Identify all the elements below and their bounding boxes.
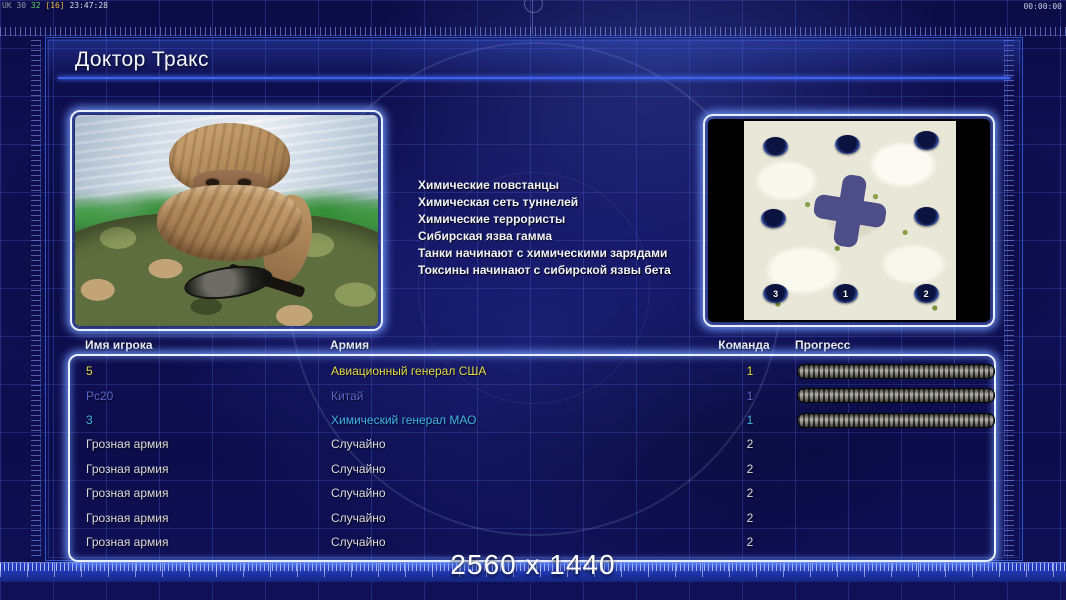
column-player-name: Имя игрока xyxy=(85,338,153,352)
headscarf-wrap xyxy=(157,185,302,261)
feature-item: Химическая сеть туннелей xyxy=(418,194,671,211)
player-army: Случайно xyxy=(331,486,386,500)
player-row: Грозная армия Случайно 2 xyxy=(72,432,992,456)
spawn-point-marker xyxy=(761,209,786,228)
player-row: Грозная армия Случайно 2 xyxy=(72,457,992,481)
players-table: 5 Авиационный генерал США 1 Pc20 Китай 1 3 Хими… xyxy=(68,354,996,562)
player-team: 1 xyxy=(710,364,790,378)
player-name: 5 xyxy=(86,364,93,378)
spawn-point-marker: 2 xyxy=(914,284,939,303)
spawn-point-marker xyxy=(914,207,939,226)
progress-fill xyxy=(798,414,994,427)
page-title: Доктор Тракс xyxy=(75,48,209,72)
spawn-point-marker: 1 xyxy=(833,284,858,303)
player-name: Грозная армия xyxy=(86,535,168,549)
feature-item: Химические повстанцы xyxy=(418,177,671,194)
column-army: Армия xyxy=(330,338,369,352)
player-army: Случайно xyxy=(331,511,386,525)
player-army: Китай xyxy=(331,389,363,403)
player-name: 3 xyxy=(86,413,93,427)
player-army: Случайно xyxy=(331,535,386,549)
player-name: Грозная армия xyxy=(86,462,168,476)
feature-item: Танки начинают с химическими зарядами xyxy=(418,245,671,262)
player-team: 2 xyxy=(710,511,790,525)
player-army: Химический генерал МАО xyxy=(331,413,476,427)
player-team: 1 xyxy=(710,413,790,427)
progress-bar xyxy=(797,413,995,428)
spawn-point-marker xyxy=(914,131,939,150)
player-name: Грозная армия xyxy=(86,437,168,451)
player-row: Pc20 Китай 1 xyxy=(72,383,992,407)
spawn-point-marker xyxy=(835,135,860,154)
progress-fill xyxy=(798,389,994,402)
feature-item: Химические террористы xyxy=(418,211,671,228)
faction-features-list: Химические повстанцыХимическая сеть тунн… xyxy=(418,177,671,279)
ruler-top xyxy=(0,27,1066,36)
map-letterbox: 3 1 2 xyxy=(708,119,990,322)
perf-segment: 32 xyxy=(31,1,45,10)
perf-overlay: UK 30 32 [16] 23:47:28 xyxy=(2,1,108,10)
title-divider xyxy=(58,77,1010,79)
map-preview: 3 1 2 xyxy=(703,114,995,327)
player-row: Грозная армия Случайно 2 xyxy=(72,505,992,529)
player-name: Грозная армия xyxy=(86,486,168,500)
resolution-label: 2560 x 1440 xyxy=(0,549,1066,581)
general-portrait xyxy=(70,110,383,331)
player-team: 2 xyxy=(710,437,790,451)
feature-item: Сибирская язва гамма xyxy=(418,228,671,245)
map-center-cross xyxy=(809,169,891,251)
player-army: Авиационный генерал США xyxy=(331,364,486,378)
ruler-left xyxy=(31,40,41,556)
player-row: 5 Авиационный генерал США 1 xyxy=(72,359,992,383)
portrait-art xyxy=(75,115,378,326)
progress-bar xyxy=(797,388,995,403)
crosshair-dot xyxy=(524,0,543,13)
map-image: 3 1 2 xyxy=(744,121,956,320)
players-table-body: 5 Авиационный генерал США 1 Pc20 Китай 1 3 Хими… xyxy=(72,359,992,557)
feature-item: Токсины начинают с сибирской язвы бета xyxy=(418,262,671,279)
player-team: 1 xyxy=(710,389,790,403)
player-team: 2 xyxy=(710,535,790,549)
player-army: Случайно xyxy=(331,437,386,451)
spawn-point-marker xyxy=(763,137,788,156)
player-army: Случайно xyxy=(331,462,386,476)
progress-fill xyxy=(798,365,994,378)
player-row: Грозная армия Случайно 2 xyxy=(72,481,992,505)
player-team: 2 xyxy=(710,486,790,500)
generals-loading-screen: UK 30 32 [16] 23:47:28 00:00:00 Доктор Т… xyxy=(0,0,1066,600)
match-timer: 00:00:00 xyxy=(1023,2,1062,11)
player-row: 3 Химический генерал МАО 1 xyxy=(72,408,992,432)
player-name: Грозная армия xyxy=(86,511,168,525)
player-name: Pc20 xyxy=(86,389,113,403)
perf-segment: UK 30 xyxy=(2,1,31,10)
column-progress: Прогресс xyxy=(795,338,850,352)
perf-segment: 23:47:28 xyxy=(69,1,108,10)
player-team: 2 xyxy=(710,462,790,476)
progress-bar xyxy=(797,364,995,379)
spawn-point-marker: 3 xyxy=(763,284,788,303)
perf-segment: [16] xyxy=(45,1,69,10)
column-team: Команда xyxy=(706,338,782,352)
